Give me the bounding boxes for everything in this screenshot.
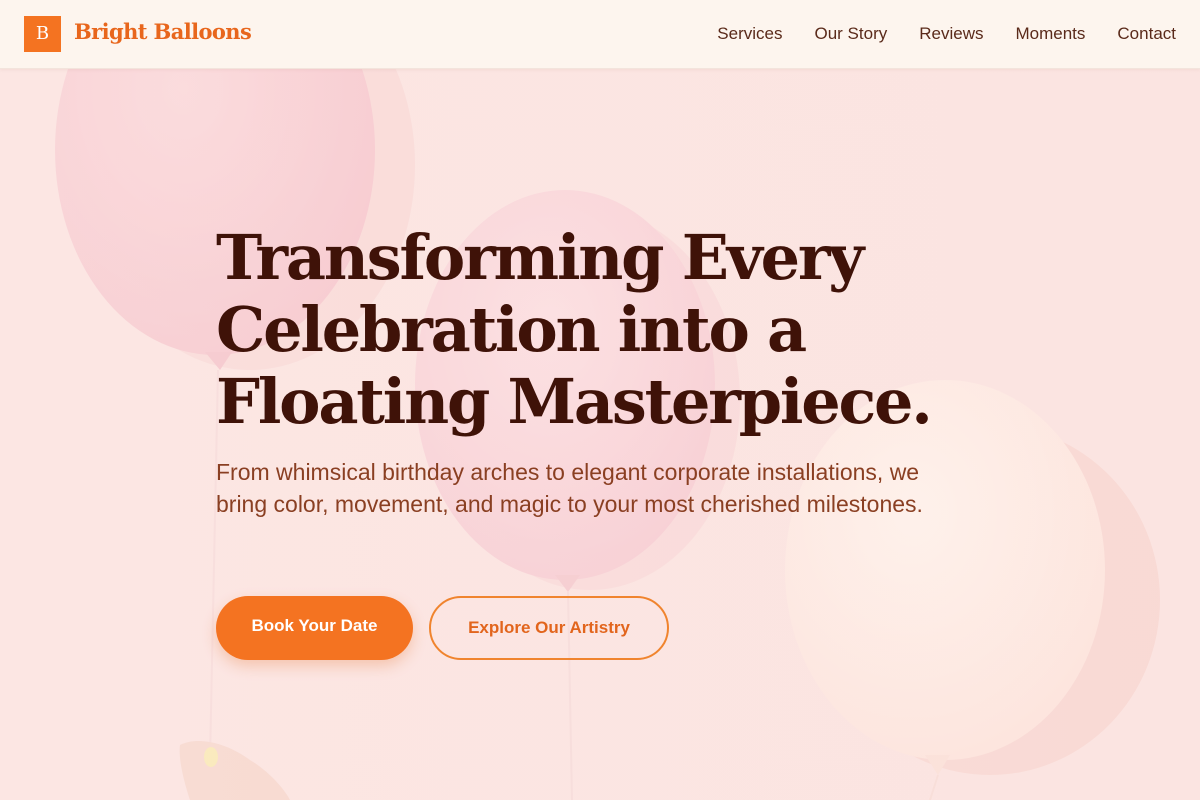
hero-actions: Book Your Date Explore Our Artistry <box>216 596 736 660</box>
main-nav: Services Our Story Reviews Moments Conta… <box>717 0 1176 68</box>
hero-section: Transforming Every Celebration into a Fl… <box>216 222 976 660</box>
explore-our-artistry-button[interactable]: Explore Our Artistry <box>429 596 669 660</box>
site-header: B Bright Balloons Services Our Story Rev… <box>0 0 1200 69</box>
nav-link-services[interactable]: Services <box>717 24 782 44</box>
nav-link-reviews[interactable]: Reviews <box>919 24 983 44</box>
nav-link-moments[interactable]: Moments <box>1015 24 1085 44</box>
nav-link-contact[interactable]: Contact <box>1117 24 1176 44</box>
hero-title-line-1: Transforming Every <box>216 221 864 294</box>
hero-title: Transforming Every Celebration into a Fl… <box>216 222 976 438</box>
landing-page: B Bright Balloons Services Our Story Rev… <box>0 0 1200 800</box>
hero-title-line-3: Floating Masterpiece. <box>216 365 933 438</box>
hero-subtitle: From whimsical birthday arches to elegan… <box>216 459 923 517</box>
book-your-date-button[interactable]: Book Your Date <box>216 596 413 660</box>
logo-icon[interactable]: B <box>24 16 61 52</box>
brand-name[interactable]: Bright Balloons <box>74 19 252 44</box>
hero-title-line-2: Celebration into a <box>216 293 807 366</box>
nav-link-our-story[interactable]: Our Story <box>814 24 887 44</box>
